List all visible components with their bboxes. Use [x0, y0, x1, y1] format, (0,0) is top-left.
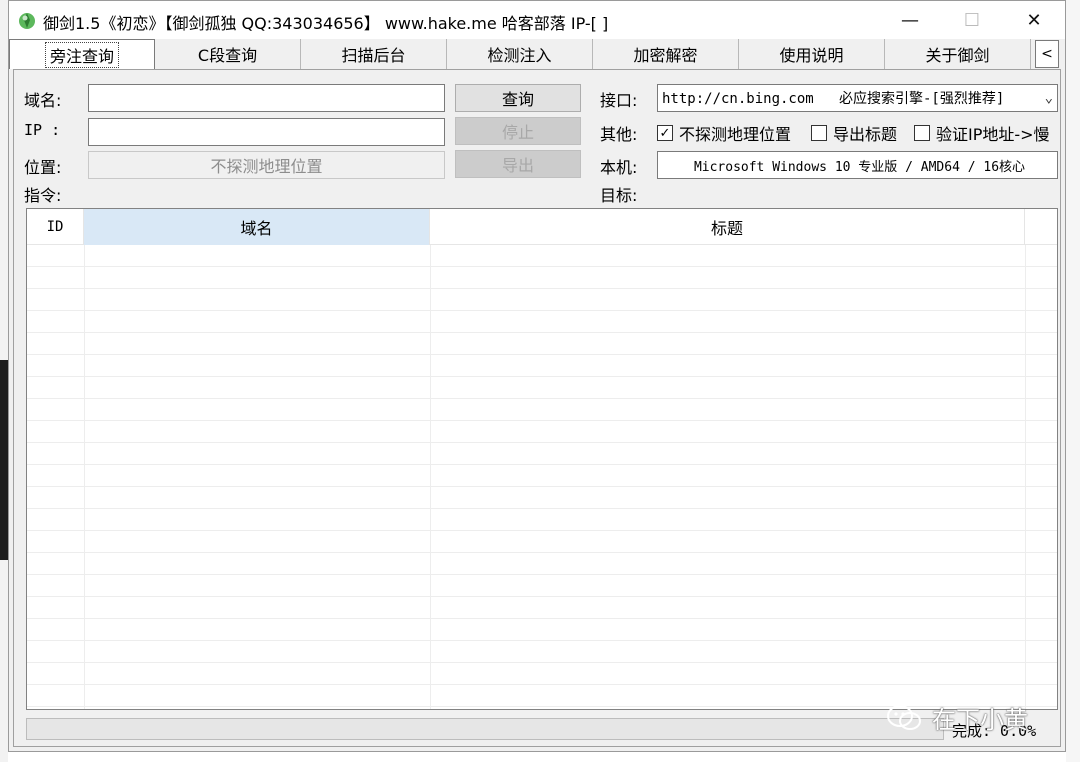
column-header-domain[interactable]: 域名: [84, 209, 430, 245]
local-info-field: Microsoft Windows 10 专业版 / AMD64 / 16核心: [657, 151, 1058, 179]
column-divider: [430, 245, 431, 709]
tab-label: 加密解密: [633, 46, 698, 65]
tab-label: 使用说明: [779, 46, 844, 65]
checkbox-empty-icon: [914, 125, 930, 141]
search-engine-select[interactable]: http://cn.bing.com 必应搜索引擎-[强烈推荐] ⌄: [657, 84, 1058, 112]
tab-bar: 旁注查询 C段查询 扫描后台 检测注入 加密解密 使用说明 关于御剑 <: [9, 39, 1065, 69]
tab-label: 检测注入: [487, 46, 552, 65]
location-field: 不探测地理位置: [88, 151, 445, 179]
app-window: 御剑1.5《初恋》【御剑孤独 QQ:343034656】 www.hake.me…: [8, 0, 1066, 752]
checkbox-empty-icon: [811, 125, 827, 141]
location-label: 位置:: [24, 158, 62, 177]
other-label: 其他:: [600, 125, 638, 144]
background-left-dark: [0, 360, 8, 560]
tab-about[interactable]: 关于御剑: [885, 39, 1031, 69]
no-geo-checkbox[interactable]: ✓ 不探测地理位置: [657, 121, 791, 145]
checkbox-checked-icon: ✓: [657, 125, 673, 141]
progress-bar: [26, 718, 944, 740]
title-bar[interactable]: 御剑1.5《初恋》【御剑孤独 QQ:343034656】 www.hake.me…: [9, 1, 1065, 39]
tab-label: C段查询: [197, 46, 258, 65]
maximize-button[interactable]: ☐: [941, 1, 1003, 39]
command-label: 指令:: [24, 186, 62, 205]
export-title-checkbox[interactable]: 导出标题: [811, 121, 897, 145]
column-divider: [1025, 245, 1026, 709]
tab-detect-injection[interactable]: 检测注入: [447, 39, 593, 69]
ip-input[interactable]: [88, 118, 445, 146]
ip-label: IP :: [24, 121, 61, 139]
search-engine-value: http://cn.bing.com 必应搜索引擎-[强烈推荐]: [662, 91, 1005, 107]
close-button[interactable]: ✕: [1003, 1, 1065, 39]
watermark-text: 在下小黄: [932, 706, 1028, 734]
tab-c-segment[interactable]: C段查询: [155, 39, 301, 69]
verify-ip-label: 验证IP地址->慢: [936, 125, 1050, 144]
column-divider: [84, 245, 85, 709]
verify-ip-checkbox[interactable]: 验证IP地址->慢: [914, 121, 1050, 145]
column-header-id[interactable]: ID: [27, 209, 84, 245]
column-header-title[interactable]: 标题: [430, 209, 1025, 245]
tab-scroll-left-button[interactable]: <: [1035, 40, 1059, 68]
query-button[interactable]: 查询: [455, 84, 581, 112]
stop-button[interactable]: 停止: [455, 117, 581, 145]
results-table[interactable]: ID 域名 标题: [26, 208, 1058, 710]
no-geo-label: 不探测地理位置: [679, 125, 792, 144]
domain-label: 域名:: [24, 91, 62, 110]
export-title-label: 导出标题: [833, 125, 898, 144]
side-query-panel: 域名: IP : 位置: 指令: 不探测地理位置 查询 停止 导出 接口: 其他…: [13, 69, 1061, 747]
tab-label: 关于御剑: [925, 46, 990, 65]
sword-app-icon: [19, 13, 35, 29]
chevron-down-icon: ⌄: [1044, 90, 1053, 106]
watermark: 在下小黄: [886, 700, 1028, 735]
target-label: 目标:: [600, 186, 638, 205]
domain-input[interactable]: [88, 84, 445, 112]
export-button[interactable]: 导出: [455, 150, 581, 178]
tab-scan-admin[interactable]: 扫描后台: [301, 39, 447, 69]
tab-usage[interactable]: 使用说明: [739, 39, 885, 69]
minimize-button[interactable]: —: [879, 1, 941, 39]
tab-label: 扫描后台: [341, 46, 406, 65]
wechat-icon: [887, 704, 921, 730]
background-right: [1066, 0, 1080, 762]
local-label: 本机:: [600, 158, 638, 177]
interface-label: 接口:: [600, 91, 638, 110]
tab-side-query[interactable]: 旁注查询: [9, 39, 155, 69]
window-title: 御剑1.5《初恋》【御剑孤独 QQ:343034656】 www.hake.me…: [43, 14, 609, 33]
tab-encrypt-decrypt[interactable]: 加密解密: [593, 39, 739, 69]
table-body[interactable]: [27, 245, 1057, 709]
table-header: ID 域名 标题: [27, 209, 1057, 245]
tab-label: 旁注查询: [44, 41, 119, 68]
